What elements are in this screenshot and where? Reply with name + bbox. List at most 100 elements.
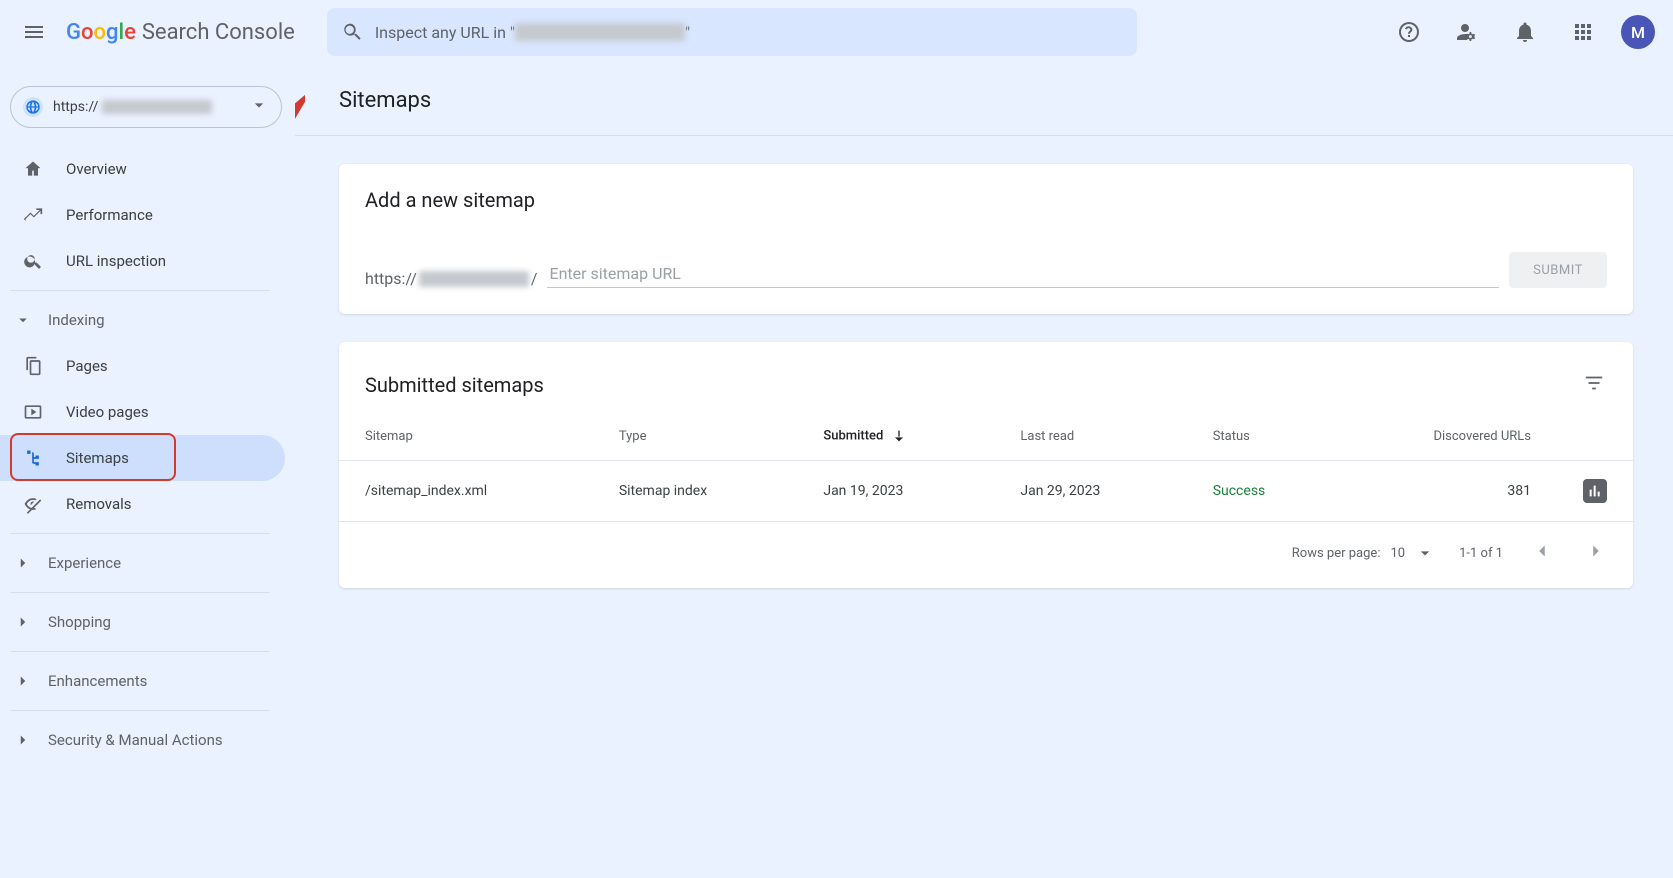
sidebar-item-removals[interactable]: Removals xyxy=(0,481,285,527)
nav-divider xyxy=(10,710,270,711)
table-header-row: Sitemap Type Submitted Last read Status … xyxy=(339,412,1633,461)
sidebar: https:// Overview Performance URL inspec… xyxy=(0,64,295,878)
cell-last-read: Jan 29, 2023 xyxy=(994,461,1186,522)
globe-icon xyxy=(23,97,43,117)
filter-button[interactable] xyxy=(1577,366,1611,404)
sidebar-item-label: Pages xyxy=(66,357,108,375)
apps-grid-icon xyxy=(1571,20,1595,44)
notifications-button[interactable] xyxy=(1505,12,1545,52)
search-icon xyxy=(22,251,44,271)
cell-submitted: Jan 19, 2023 xyxy=(797,461,994,522)
help-icon xyxy=(1397,20,1421,44)
col-status[interactable]: Status xyxy=(1187,412,1339,461)
sidebar-item-pages[interactable]: Pages xyxy=(0,343,285,389)
col-discovered[interactable]: Discovered URLs xyxy=(1339,412,1557,461)
home-icon xyxy=(22,159,44,179)
table-pager: Rows per page: 10 1-1 of 1 xyxy=(339,522,1633,588)
sidebar-item-label: Removals xyxy=(66,495,132,513)
top-right-icons: M xyxy=(1389,12,1655,52)
top-bar: Google Search Console Inspect any URL in… xyxy=(0,0,1673,64)
pager-prev-button[interactable] xyxy=(1527,536,1557,570)
chevron-right-icon xyxy=(1585,540,1607,562)
bell-icon xyxy=(1513,20,1537,44)
help-button[interactable] xyxy=(1389,12,1429,52)
bar-chart-icon xyxy=(1587,483,1603,499)
cell-sitemap: /sitemap_index.xml xyxy=(339,461,593,522)
google-wordmark: Google xyxy=(66,20,136,45)
nav-section-label: Enhancements xyxy=(48,672,147,690)
nav-section-indexing[interactable]: Indexing xyxy=(0,297,295,343)
cell-type: Sitemap index xyxy=(593,461,798,522)
col-last-read[interactable]: Last read xyxy=(994,412,1186,461)
chevron-down-icon xyxy=(1415,543,1435,563)
video-icon xyxy=(22,402,44,422)
sidebar-item-label: URL inspection xyxy=(66,252,166,270)
col-submitted[interactable]: Submitted xyxy=(797,412,994,461)
nav-divider xyxy=(10,290,270,291)
sort-desc-icon xyxy=(891,428,907,444)
sidebar-item-url-inspection[interactable]: URL inspection xyxy=(0,238,285,284)
col-sitemap[interactable]: Sitemap xyxy=(339,412,593,461)
submitted-sitemaps-card: Submitted sitemaps Sitemap Type Submitte… xyxy=(339,342,1633,588)
sidebar-nav: Overview Performance URL inspection Inde… xyxy=(0,146,295,763)
chevron-down-icon xyxy=(14,311,32,329)
apps-button[interactable] xyxy=(1563,12,1603,52)
product-name: Search Console xyxy=(142,20,295,45)
filter-icon xyxy=(1583,372,1605,394)
nav-divider xyxy=(10,651,270,652)
nav-section-label: Shopping xyxy=(48,613,111,631)
sidebar-item-overview[interactable]: Overview xyxy=(0,146,285,192)
chevron-down-icon xyxy=(249,95,269,119)
nav-section-shopping[interactable]: Shopping xyxy=(0,599,295,645)
trend-icon xyxy=(22,205,44,225)
hamburger-icon xyxy=(22,20,46,44)
url-inspection-search[interactable]: Inspect any URL in "" xyxy=(327,8,1137,56)
add-sitemap-card: Add a new sitemap https:/// SUBMIT xyxy=(339,164,1633,314)
cell-discovered: 381 xyxy=(1339,461,1557,522)
property-selector[interactable]: https:// xyxy=(10,86,282,128)
sidebar-item-label: Performance xyxy=(66,206,153,224)
add-sitemap-title: Add a new sitemap xyxy=(365,188,1607,212)
account-avatar[interactable]: M xyxy=(1621,15,1655,49)
row-details-button[interactable] xyxy=(1583,479,1607,503)
sidebar-item-video-pages[interactable]: Video pages xyxy=(0,389,285,435)
sidebar-item-performance[interactable]: Performance xyxy=(0,192,285,238)
sidebar-item-label: Video pages xyxy=(66,403,149,421)
chevron-right-icon xyxy=(14,613,32,631)
nav-section-security[interactable]: Security & Manual Actions xyxy=(0,717,295,763)
rows-per-page[interactable]: Rows per page: 10 xyxy=(1292,543,1435,563)
col-type[interactable]: Type xyxy=(593,412,798,461)
menu-button[interactable] xyxy=(14,12,54,52)
chevron-left-icon xyxy=(1531,540,1553,562)
search-icon xyxy=(341,21,363,43)
page-title: Sitemaps xyxy=(295,64,1673,136)
table-row[interactable]: /sitemap_index.xml Sitemap index Jan 19,… xyxy=(339,461,1633,522)
nav-section-label: Security & Manual Actions xyxy=(48,731,223,749)
page-range: 1-1 of 1 xyxy=(1459,546,1503,561)
nav-section-experience[interactable]: Experience xyxy=(0,540,295,586)
sitemap-url-input[interactable] xyxy=(547,260,1499,288)
search-placeholder: Inspect any URL in "" xyxy=(375,23,690,42)
submit-sitemap-button[interactable]: SUBMIT xyxy=(1509,252,1607,288)
user-settings-icon xyxy=(1455,20,1479,44)
sidebar-item-sitemaps[interactable]: Sitemaps xyxy=(0,435,285,481)
rows-per-page-label: Rows per page: xyxy=(1292,546,1381,561)
main-content: Sitemaps Add a new sitemap https:/// SUB… xyxy=(295,64,1673,878)
chevron-right-icon xyxy=(14,672,32,690)
cell-status: Success xyxy=(1187,461,1339,522)
nav-section-label: Experience xyxy=(48,554,121,572)
chevron-right-icon xyxy=(14,554,32,572)
chevron-right-icon xyxy=(14,731,32,749)
nav-divider xyxy=(10,533,270,534)
nav-section-enhancements[interactable]: Enhancements xyxy=(0,658,295,704)
users-settings-button[interactable] xyxy=(1447,12,1487,52)
nav-section-label: Indexing xyxy=(48,311,105,329)
property-label: https:// xyxy=(53,99,212,115)
sidebar-item-label: Sitemaps xyxy=(66,449,129,467)
removals-icon xyxy=(22,494,44,514)
sitemap-icon xyxy=(22,448,44,468)
product-logo[interactable]: Google Search Console xyxy=(66,20,295,45)
sitemaps-table: Sitemap Type Submitted Last read Status … xyxy=(339,412,1633,522)
pager-next-button[interactable] xyxy=(1581,536,1611,570)
sitemap-url-prefix: https:/// xyxy=(365,269,537,288)
